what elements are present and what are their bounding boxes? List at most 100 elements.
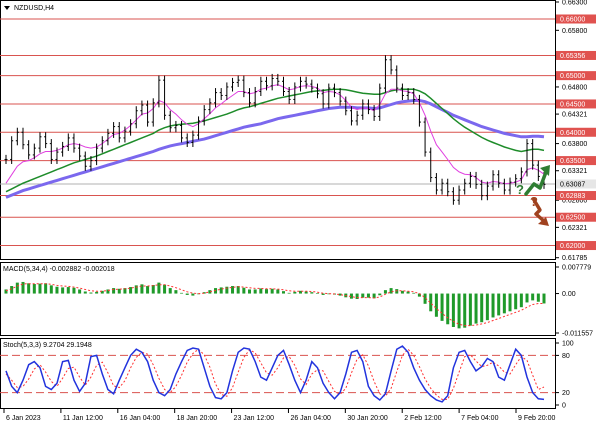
macd-bar bbox=[191, 293, 195, 296]
price-tick-label: 0.65800 bbox=[562, 28, 587, 35]
stoch-axis: 100 80 20 0 bbox=[555, 341, 574, 410]
macd-bar bbox=[15, 282, 19, 294]
macd-bar bbox=[78, 289, 82, 294]
macd-panel bbox=[0, 262, 556, 336]
macd-bar bbox=[536, 293, 540, 302]
macd-bar bbox=[310, 292, 314, 294]
macd-bar bbox=[355, 293, 359, 300]
macd-bar bbox=[270, 288, 274, 294]
macd-bar bbox=[434, 293, 438, 317]
macd-bar bbox=[412, 292, 416, 294]
level-label: 0.65000 bbox=[560, 73, 585, 80]
macd-bar bbox=[321, 293, 325, 295]
macd-bar bbox=[27, 283, 31, 294]
level-label: 0.62883 bbox=[560, 193, 585, 200]
level-label: 0.62000 bbox=[560, 243, 585, 250]
price-axis: 0.66300 0.65800 0.65356 0.64800 0.64321 0.638… bbox=[555, 0, 596, 262]
time-tick-label: 23 Jan 12:00 bbox=[234, 415, 275, 422]
macd-bar bbox=[168, 288, 172, 294]
macd-bar bbox=[474, 293, 478, 324]
macd-bar bbox=[10, 286, 14, 294]
time-tick-label: 30 Jan 20:00 bbox=[347, 415, 388, 422]
macd-bar bbox=[491, 293, 495, 318]
macd-bar bbox=[389, 288, 393, 294]
macd-bar bbox=[55, 286, 59, 294]
macd-bar bbox=[485, 293, 489, 321]
macd-bar bbox=[531, 293, 535, 301]
price-title-text: NZDUSD,H4 bbox=[14, 5, 54, 12]
macd-bar bbox=[38, 283, 42, 294]
macd-bar bbox=[497, 293, 501, 316]
macd-bar bbox=[44, 283, 48, 294]
macd-axis: 0.007779 0.00 -0.011557 bbox=[555, 265, 593, 338]
macd-tick-label: 0.007779 bbox=[562, 265, 591, 272]
time-axis: 6 Jan 2023 11 Jan 12:00 16 Jan 04:00 18 Jan… bbox=[3, 409, 555, 422]
macd-bar bbox=[480, 293, 484, 323]
price-tick-label: 0.63800 bbox=[562, 141, 587, 148]
macd-bar bbox=[83, 291, 87, 294]
macd-tick-label: 0.00 bbox=[562, 291, 576, 298]
macd-bar bbox=[146, 286, 150, 294]
macd-bar bbox=[508, 293, 512, 312]
macd-bar bbox=[440, 293, 444, 321]
macd-bar bbox=[151, 285, 155, 294]
time-tick-label: 16 Jan 04:00 bbox=[120, 415, 161, 422]
macd-bar bbox=[66, 287, 70, 294]
level-label: 0.63500 bbox=[560, 158, 585, 165]
macd-bar bbox=[383, 290, 387, 294]
macd-bar bbox=[174, 290, 178, 294]
macd-bar bbox=[112, 288, 116, 294]
price-tick-label: 0.66300 bbox=[562, 0, 587, 7]
macd-bar bbox=[259, 288, 263, 294]
chart-svg: 0.66300 0.65800 0.65356 0.64800 0.64321 0.638… bbox=[0, 0, 596, 422]
time-tick-label: 9 Feb 20:00 bbox=[518, 415, 555, 422]
macd-bar bbox=[542, 293, 546, 304]
macd-bar bbox=[361, 293, 365, 298]
question-mark-icon: ? bbox=[516, 182, 524, 197]
price-panel bbox=[0, 0, 556, 260]
macd-bar bbox=[293, 291, 297, 294]
macd-bar bbox=[95, 291, 99, 294]
price-tick-label: 0.63321 bbox=[562, 168, 587, 175]
time-tick-label: 6 Jan 2023 bbox=[6, 415, 41, 422]
macd-bar bbox=[315, 293, 319, 294]
stoch-tick-label: 100 bbox=[562, 341, 574, 348]
macd-bar bbox=[219, 287, 223, 294]
macd-bar bbox=[276, 289, 280, 294]
macd-bar bbox=[72, 287, 76, 294]
macd-tick-label: -0.011557 bbox=[562, 331, 593, 338]
macd-bar bbox=[287, 292, 291, 294]
stoch-panel bbox=[0, 338, 556, 409]
macd-bar bbox=[253, 289, 257, 294]
macd-bar bbox=[89, 292, 93, 294]
macd-title: MACD(5,34,4) -0.002882 -0.002018 bbox=[3, 266, 115, 273]
stoch-title: Stoch(5,3,3) 9.2704 29.1948 bbox=[3, 342, 92, 349]
macd-bar bbox=[281, 291, 285, 294]
level-label: 0.64500 bbox=[560, 101, 585, 108]
price-tick-label: 0.64800 bbox=[562, 84, 587, 91]
macd-bar bbox=[519, 293, 523, 308]
macd-bar bbox=[525, 293, 529, 303]
time-tick-label: 2 Feb 12:00 bbox=[404, 415, 441, 422]
macd-bar bbox=[242, 287, 246, 294]
stoch-tick-label: 0 bbox=[562, 403, 566, 410]
level-label: 0.62500 bbox=[560, 215, 585, 222]
macd-bar bbox=[49, 285, 53, 294]
macd-bar bbox=[304, 291, 308, 294]
price-tick-label: 0.62321 bbox=[562, 225, 587, 232]
time-tick-label: 26 Jan 04:00 bbox=[290, 415, 331, 422]
stoch-tick-label: 80 bbox=[562, 353, 570, 360]
macd-bar bbox=[468, 293, 472, 326]
macd-bar bbox=[163, 284, 167, 294]
macd-bar bbox=[502, 293, 506, 314]
macd-bar bbox=[446, 293, 450, 325]
price-tick-label: 0.64321 bbox=[562, 112, 587, 119]
macd-bar bbox=[248, 289, 252, 294]
macd-bar bbox=[185, 293, 189, 295]
macd-bar bbox=[514, 293, 518, 310]
current-price-label: 0.63087 bbox=[560, 181, 585, 188]
level-label: 0.66000 bbox=[560, 16, 585, 23]
level-label: 0.65356 bbox=[560, 53, 585, 60]
macd-bar bbox=[32, 283, 36, 294]
macd-bar bbox=[457, 293, 461, 329]
